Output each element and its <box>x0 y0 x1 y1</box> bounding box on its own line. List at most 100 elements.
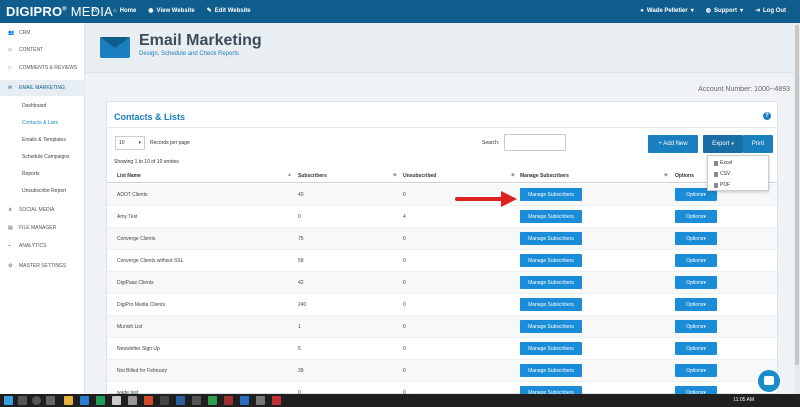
scrollbar-thumb[interactable] <box>795 25 799 365</box>
export-csv[interactable]: CSV <box>714 171 730 177</box>
options-button[interactable]: Options ▾ <box>675 364 717 377</box>
subscribers-cell: 58 <box>298 258 304 264</box>
records-per-page-select[interactable]: 10 ▾ <box>115 136 145 150</box>
export-excel[interactable]: Excel <box>714 160 732 166</box>
comment-icon: ○ <box>8 65 12 71</box>
collapse-sidebar-icon[interactable]: « <box>92 4 98 16</box>
sidebar-item-comments[interactable]: ○ COMMENTS & REVIEWS <box>0 60 85 76</box>
export-button[interactable]: Export ▾ <box>703 135 743 153</box>
envelope-icon <box>100 37 130 58</box>
col-unsubscribed[interactable]: Unsubscribed <box>403 173 436 179</box>
table-header: List Name ▲ Subscribers ◆ Unsubscribed ◆… <box>107 169 777 183</box>
manage-subscribers-button[interactable]: Manage Subscribers <box>520 232 582 245</box>
globe-icon: ◍ <box>705 8 711 14</box>
sidebar-item-email-marketing[interactable]: ✉ EMAIL MARKETING <box>0 80 85 96</box>
manage-subscribers-button[interactable]: Manage Subscribers <box>520 298 582 311</box>
windows-start-icon[interactable] <box>4 396 13 405</box>
caret-down-icon: ▾ <box>703 367 706 374</box>
manage-subscribers-button[interactable]: Manage Subscribers <box>520 320 582 333</box>
app-icon[interactable] <box>224 396 233 405</box>
list-name-cell: ADOT Clients <box>117 192 148 198</box>
options-button[interactable]: Options ▾ <box>675 210 717 223</box>
table-row: Converge Clients 75 0 Manage Subscribers Opt… <box>107 228 777 250</box>
sidebar-item-content[interactable]: ◇ CONTENT <box>0 42 85 58</box>
app-icon[interactable] <box>240 396 249 405</box>
sidebar-item-analytics[interactable]: ⌁ ANALYTICS <box>0 238 85 254</box>
cortana-icon[interactable] <box>32 396 41 405</box>
app-icon[interactable] <box>128 396 137 405</box>
options-button[interactable]: Options ▾ <box>675 320 717 333</box>
help-icon[interactable]: ? <box>763 112 771 120</box>
entries-info: Showing 1 to 10 of 10 entries <box>114 159 179 165</box>
col-subscribers[interactable]: Subscribers <box>298 173 327 179</box>
chevron-down-icon: ▾ <box>138 140 141 146</box>
print-button[interactable]: Print <box>743 135 773 153</box>
nav-edit-website[interactable]: ✎ Edit Website <box>207 7 251 15</box>
manage-subscribers-button[interactable]: Manage Subscribers <box>520 364 582 377</box>
chat-button[interactable] <box>758 370 780 392</box>
logout-button[interactable]: ⇥ Log Out <box>755 7 786 15</box>
app-icon[interactable] <box>176 396 185 405</box>
sidebar-item-crm[interactable]: 👥 CRM <box>0 25 85 41</box>
app-icon[interactable] <box>112 396 121 405</box>
options-button[interactable]: Options ▾ <box>675 342 717 355</box>
col-list-name[interactable]: List Name <box>117 173 141 179</box>
manage-subscribers-button[interactable]: Manage Subscribers <box>520 210 582 223</box>
sort-icon: ▲ <box>287 172 292 178</box>
app-icon[interactable] <box>208 396 217 405</box>
clock[interactable]: 11:05 AM <box>733 397 754 403</box>
manage-subscribers-button[interactable]: Manage Subscribers <box>520 276 582 289</box>
sidebar-item-social-media[interactable]: ⋔ SOCIAL MEDIA <box>0 202 85 218</box>
caret-down-icon: ▾ <box>703 345 706 352</box>
search-input[interactable] <box>504 134 566 151</box>
options-button[interactable]: Options ▾ <box>675 232 717 245</box>
folder-icon: ▤ <box>8 225 13 231</box>
table-row: DigiPro Media Clients 240 0 Manage Subscrib… <box>107 294 777 316</box>
unsubscribed-cell: 0 <box>403 236 406 242</box>
list-name-cell: DigiPro Media Clients <box>117 302 166 308</box>
subscribers-cell: 40 <box>298 192 304 198</box>
options-button[interactable]: Options ▾ <box>675 276 717 289</box>
chrome-icon[interactable] <box>144 396 153 405</box>
sidebar-sub-dashboard[interactable]: Dashboard <box>22 103 46 109</box>
manage-subscribers-button[interactable]: Manage Subscribers <box>520 254 582 267</box>
top-navbar: DIGIPRO® MEDIA « ⌂ Home ◉ View Website ✎ Ed… <box>0 0 800 23</box>
sidebar-sub-unsubscribe[interactable]: Unsubscribe Report <box>22 188 66 194</box>
app-icon[interactable] <box>256 396 265 405</box>
sidebar-sub-emails[interactable]: Emails & Templates <box>22 137 66 143</box>
manage-subscribers-button[interactable]: Manage Subscribers <box>520 188 582 201</box>
support-menu[interactable]: ◍ Support ▾ <box>705 7 743 15</box>
add-new-button[interactable]: + Add New <box>648 135 698 153</box>
subscribers-cell: 39 <box>298 368 304 374</box>
search-icon[interactable] <box>18 396 27 405</box>
nav-home[interactable]: ⌂ Home <box>113 7 136 14</box>
list-name-cell: Converge Clients <box>117 236 156 242</box>
acrobat-icon[interactable] <box>272 396 281 405</box>
options-button[interactable]: Options ▾ <box>675 298 717 311</box>
sidebar-sub-schedule[interactable]: Schedule Campaigns <box>22 154 70 160</box>
file-explorer-icon[interactable] <box>64 396 73 405</box>
manage-subscribers-button[interactable]: Manage Subscribers <box>520 342 582 355</box>
export-pdf[interactable]: PDF <box>714 182 730 188</box>
user-menu[interactable]: ● Wade Pelletier ▾ <box>640 7 693 15</box>
table-row: DigiPaas Clients 42 0 Manage Subscribers Opt… <box>107 272 777 294</box>
app-icon[interactable] <box>192 396 201 405</box>
col-manage[interactable]: Manage Subscribers <box>520 173 569 179</box>
options-button[interactable]: Options ▾ <box>675 254 717 267</box>
sidebar-sub-reports[interactable]: Reports <box>22 171 40 177</box>
word-icon[interactable] <box>80 396 89 405</box>
sidebar-item-master-settings[interactable]: ⚙ MASTER SETTINGS <box>0 258 85 274</box>
caret-down-icon: ▾ <box>703 279 706 286</box>
sidebar-item-file-manager[interactable]: ▤ FILE MANAGER <box>0 220 85 236</box>
user-icon: ● <box>640 7 644 14</box>
nav-view-website[interactable]: ◉ View Website <box>148 7 194 15</box>
subscribers-cell: 75 <box>298 236 304 242</box>
table-row: Not Billed for February 39 0 Manage Subscri… <box>107 360 777 382</box>
search-label: Search: <box>482 140 500 146</box>
app-icon[interactable] <box>160 396 169 405</box>
caret-down-icon: ▾ <box>703 213 706 220</box>
task-view-icon[interactable] <box>46 396 55 405</box>
excel-icon[interactable] <box>96 396 105 405</box>
col-options[interactable]: Options <box>675 173 694 179</box>
sidebar-sub-contacts[interactable]: Contacts & Lists <box>22 120 58 126</box>
